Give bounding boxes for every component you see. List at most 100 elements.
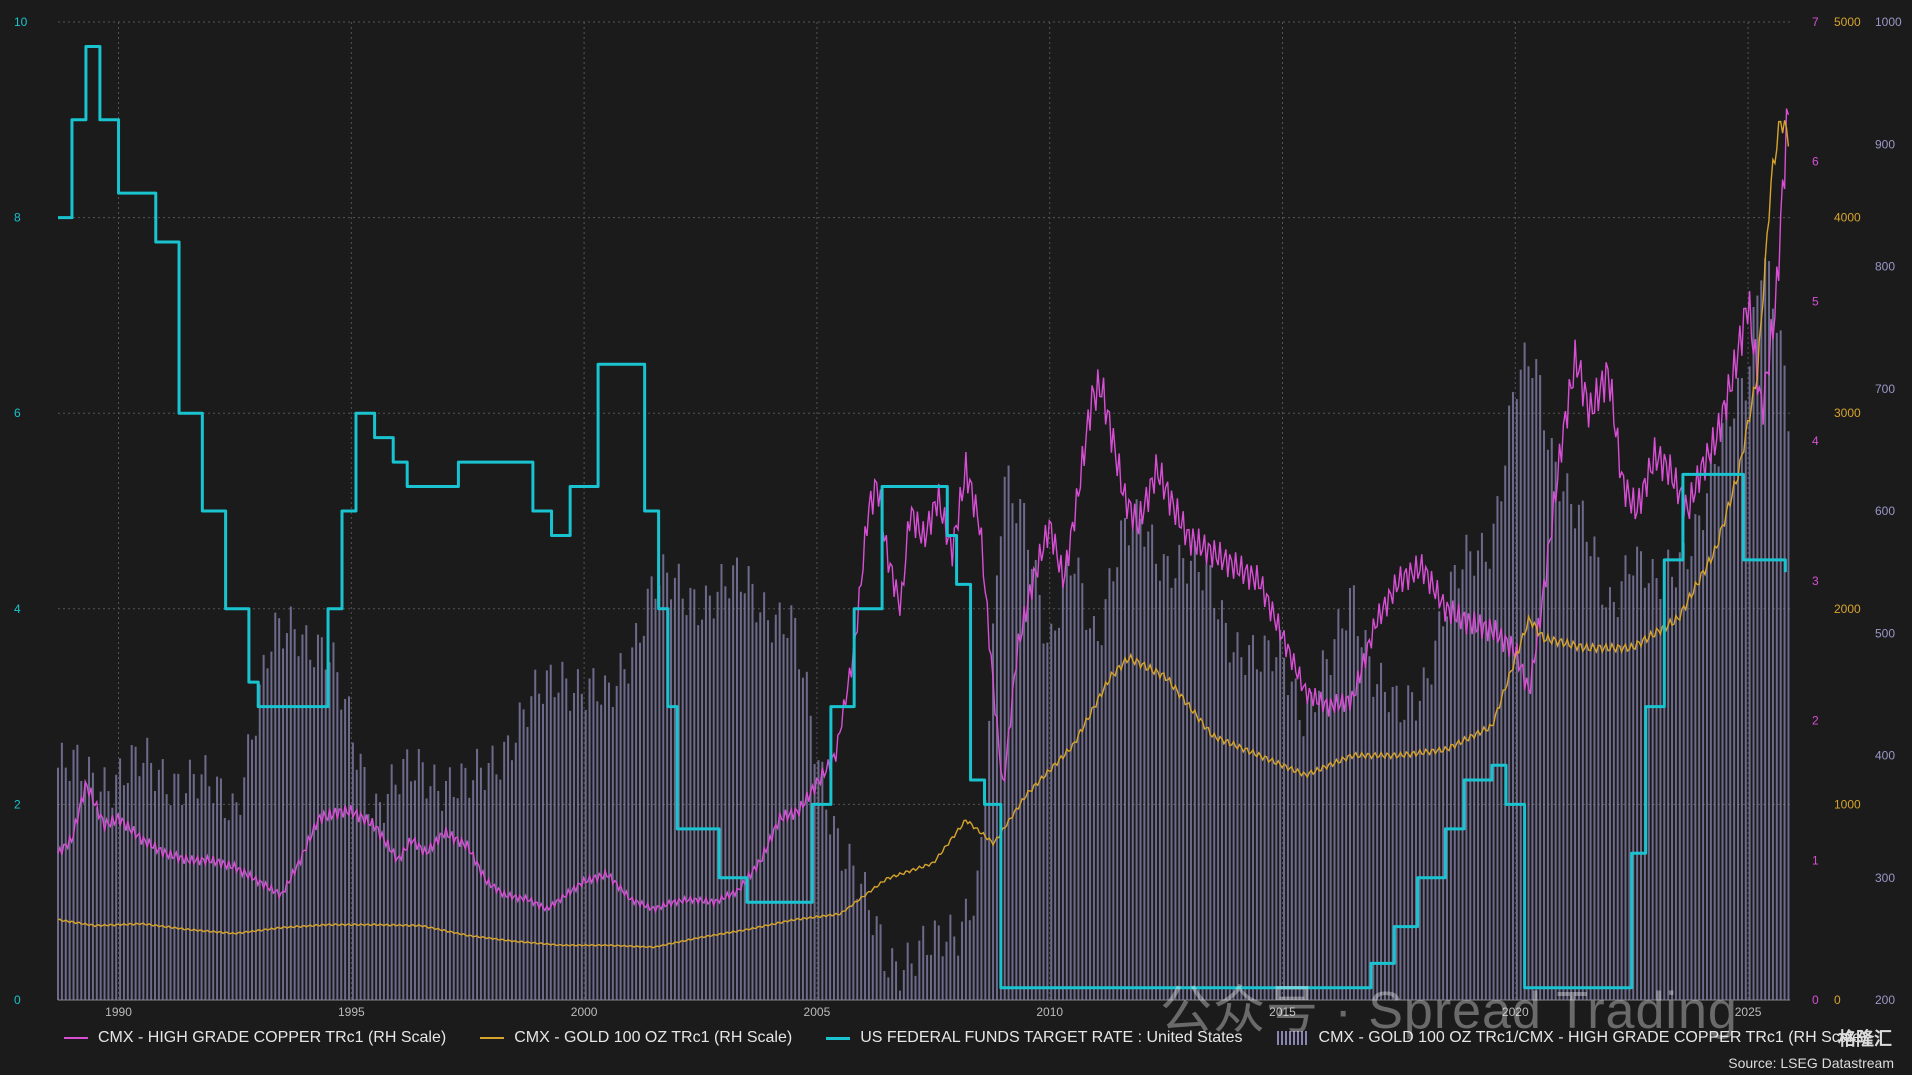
ratio-bar — [635, 623, 638, 1000]
right3-tick-label: 700 — [1875, 382, 1895, 396]
ratio-bar — [573, 693, 576, 1000]
ratio-bar — [1081, 583, 1084, 1000]
ratio-bar — [790, 605, 793, 1000]
ratio-bar — [1306, 703, 1309, 1000]
ratio-bar — [832, 815, 835, 1000]
ratio-bar — [887, 977, 890, 1000]
ratio-bar — [611, 706, 614, 1000]
ratio-bar — [1054, 630, 1057, 1000]
ratio-bar — [1224, 622, 1227, 1000]
right2-tick-label: 4000 — [1834, 211, 1861, 225]
ratio-bar — [1205, 564, 1208, 1000]
ratio-bar — [274, 612, 277, 1000]
ratio-bar — [588, 678, 591, 1000]
ratio-bar — [1539, 375, 1542, 1000]
x-tick-label: 2025 — [1735, 1005, 1762, 1019]
ratio-bar — [646, 588, 649, 1000]
ratio-bar — [282, 648, 285, 1000]
ratio-bar — [879, 924, 882, 1000]
ratio-bar — [1026, 549, 1029, 1000]
ratio-bar — [254, 735, 257, 1000]
legend-item-gold[interactable]: CMX - GOLD 100 OZ TRc1 (RH Scale) — [480, 1029, 792, 1047]
ratio-bar — [1500, 501, 1503, 1000]
ratio-bar — [1252, 635, 1255, 1000]
ratio-bar — [402, 758, 405, 1000]
ratio-bar — [169, 805, 172, 1000]
ratio-bar — [1457, 588, 1460, 1000]
ratio-bar — [1748, 366, 1751, 1000]
ratio-bar — [941, 956, 944, 1000]
ratio-bar — [1744, 400, 1747, 1001]
ratio-bar — [1100, 645, 1103, 1000]
ratio-bar — [1317, 690, 1320, 1000]
ratio-bar — [1709, 453, 1712, 1001]
ratio-bar — [76, 744, 79, 1000]
ratio-bar — [1310, 692, 1313, 1000]
ratio-bar — [1775, 332, 1778, 1000]
ratio-bar — [724, 586, 727, 1000]
ratio-bar — [1531, 378, 1534, 1000]
ratio-bar — [1178, 544, 1181, 1000]
ratio-bar — [1015, 523, 1018, 1000]
ratio-bar — [1061, 579, 1064, 1000]
x-tick-label: 2010 — [1036, 1005, 1063, 1019]
ratio-bar — [1135, 499, 1138, 1000]
ratio-bar — [332, 642, 335, 1000]
ratio-bar — [1702, 530, 1705, 1000]
ratio-bar — [1601, 604, 1604, 1000]
ratio-bar — [1496, 496, 1499, 1000]
ratio-bar — [541, 703, 544, 1000]
ratio-bar — [1143, 546, 1146, 1000]
ratio-bar — [448, 767, 451, 1000]
ratio-bar — [476, 748, 479, 1000]
ratio-bar — [778, 602, 781, 1000]
ratio-bar — [1546, 449, 1549, 1001]
ratio-bar — [1182, 558, 1185, 1000]
ratio-bar — [739, 591, 742, 1000]
ratio-bar — [1713, 463, 1716, 1001]
ratio-bar — [1764, 258, 1767, 1000]
ratio-bar — [825, 809, 828, 1000]
ratio-bar — [1597, 557, 1600, 1000]
ratio-bar — [1581, 500, 1584, 1000]
ratio-bar — [984, 799, 987, 1000]
ratio-bar — [1628, 574, 1631, 1000]
ratio-bar — [1213, 607, 1216, 1000]
chart: 1990 1995 2000 2005 2010 2015 2020 202502468100… — [0, 0, 1912, 1075]
ratio-bar — [1096, 641, 1099, 1000]
ratio-bar — [1092, 615, 1095, 1000]
ratio-bar — [1411, 692, 1414, 1000]
ratio-bar — [545, 670, 548, 1000]
ratio-bar — [1674, 587, 1677, 1000]
ratio-bar — [534, 669, 537, 1000]
ratio-bar — [627, 683, 630, 1000]
ratio-bar — [1162, 554, 1165, 1000]
ratio-bar — [658, 585, 661, 1000]
ratio-bar — [957, 955, 960, 1000]
ratio-bar — [1399, 722, 1402, 1000]
ratio-bar — [580, 693, 583, 1000]
legend-item-copper[interactable]: CMX - HIGH GRADE COPPER TRc1 (RH Scale) — [64, 1029, 446, 1047]
ratio-bar — [1585, 541, 1588, 1000]
ratio-bar — [406, 749, 409, 1000]
ratio-bar — [623, 669, 626, 1000]
ratio-bar — [103, 767, 106, 1000]
ratio-bar — [1511, 392, 1514, 1000]
ratio-bar — [1480, 532, 1483, 1000]
ratio-bar — [1139, 518, 1142, 1000]
ratio-bar — [763, 592, 766, 1000]
ratio-bar — [1038, 594, 1041, 1000]
ratio-bar — [157, 769, 160, 1000]
ratio-bar — [732, 565, 735, 1000]
ratio-bar — [437, 790, 440, 1000]
right3-tick-label: 300 — [1875, 871, 1895, 885]
ratio-bar — [596, 701, 599, 1000]
ratio-bar — [72, 749, 75, 1000]
ratio-bar — [91, 772, 94, 1000]
ratio-bar — [227, 820, 230, 1000]
ratio-bar — [1574, 528, 1577, 1000]
ratio-bar — [995, 575, 998, 1000]
ratio-bar — [1434, 640, 1437, 1000]
ratio-bar — [1333, 639, 1336, 1000]
ratio-bar — [410, 781, 413, 1000]
